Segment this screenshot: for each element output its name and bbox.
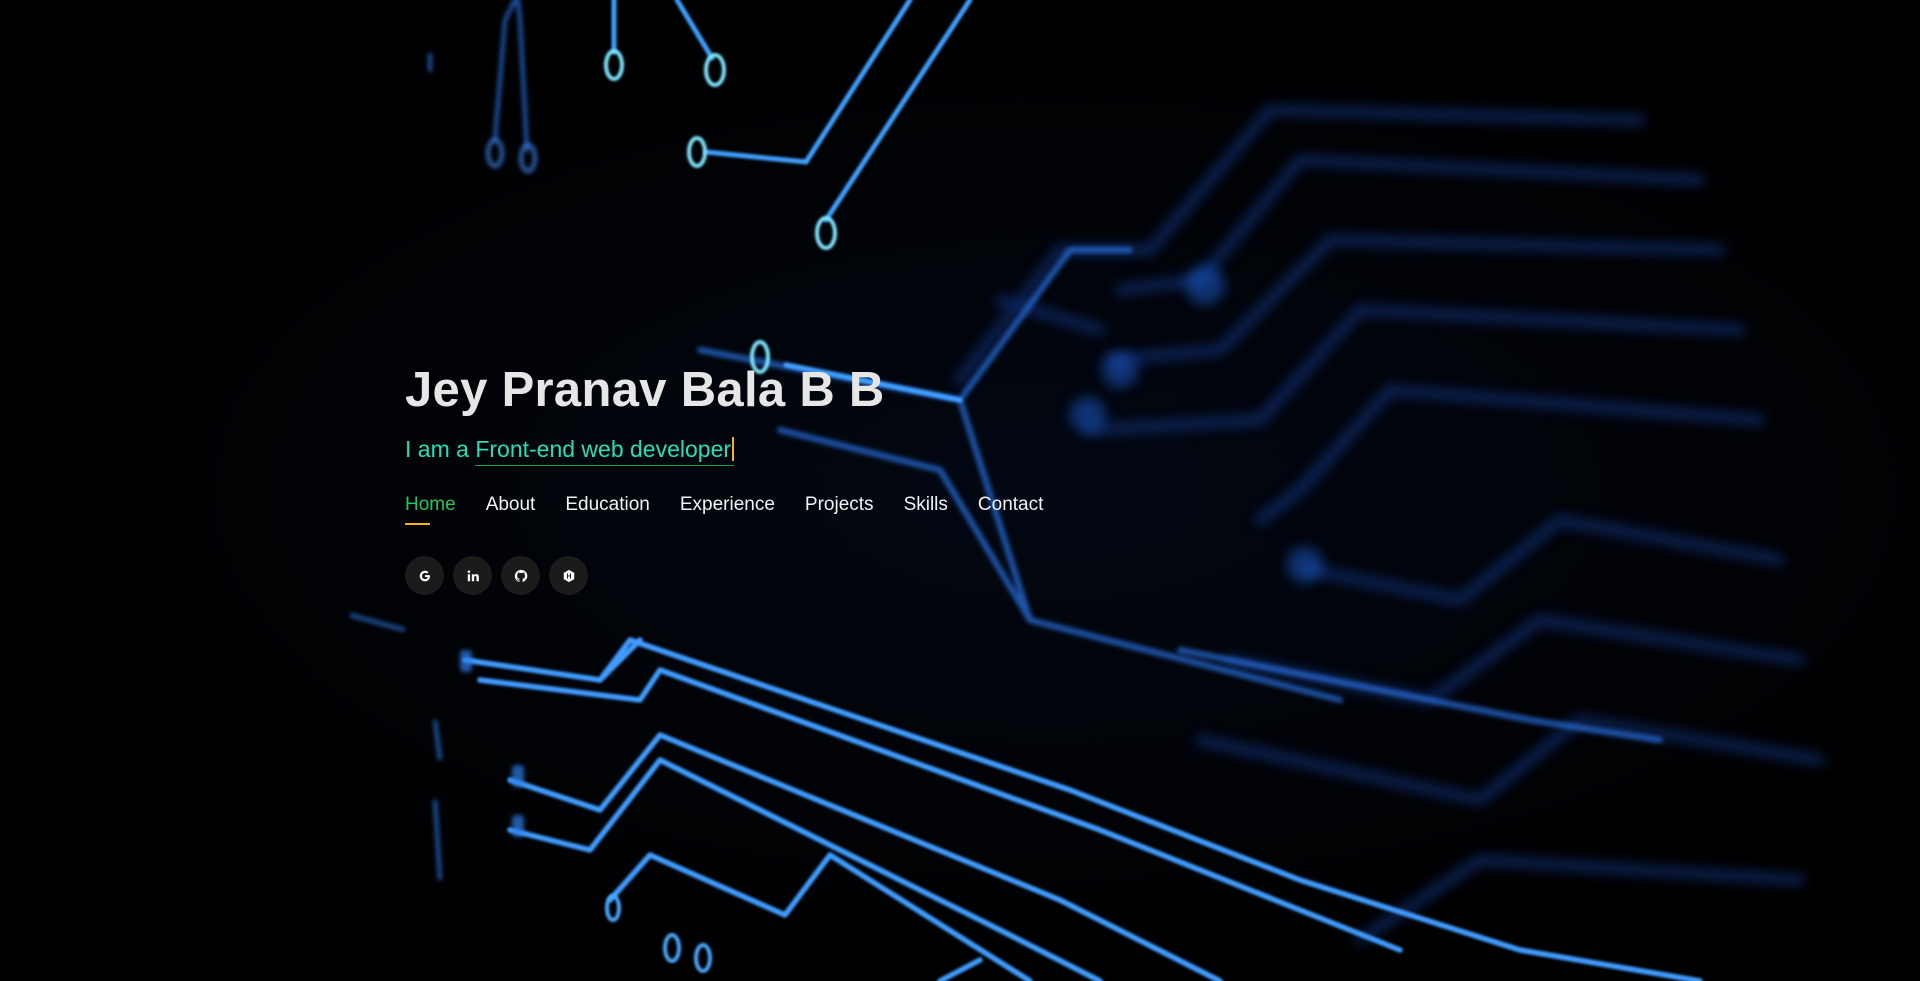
github-link-button[interactable] <box>501 556 540 595</box>
nav-about[interactable]: About <box>486 494 536 522</box>
nav-contact[interactable]: Contact <box>978 494 1043 522</box>
tagline-typed-text: Front-end web developer <box>475 434 735 466</box>
nav-projects[interactable]: Projects <box>805 494 874 522</box>
github-icon <box>514 569 527 582</box>
linkedin-link-button[interactable] <box>453 556 492 595</box>
nav-experience[interactable]: Experience <box>680 494 775 522</box>
hero-content: Jey Pranav Bala B B I am a Front-end web… <box>405 358 1043 595</box>
nav-home[interactable]: Home <box>405 494 456 525</box>
tagline: I am a Front-end web developer <box>405 434 1043 466</box>
social-links <box>405 556 1043 595</box>
hero-section: Jey Pranav Bala B B I am a Front-end web… <box>0 0 1920 981</box>
google-link-button[interactable] <box>405 556 444 595</box>
hackerrank-link-button[interactable] <box>549 556 588 595</box>
tagline-role: Front-end web developer <box>475 436 732 462</box>
typing-cursor <box>732 437 735 461</box>
main-nav: Home About Education Experience Projects… <box>405 494 1043 525</box>
linkedin-icon <box>467 569 479 581</box>
nav-skills[interactable]: Skills <box>904 494 948 522</box>
hackerrank-icon <box>563 569 574 582</box>
nav-education[interactable]: Education <box>565 494 650 522</box>
page-title: Jey Pranav Bala B B <box>405 363 885 417</box>
google-icon <box>419 570 430 581</box>
tagline-prefix: I am a <box>405 436 476 462</box>
